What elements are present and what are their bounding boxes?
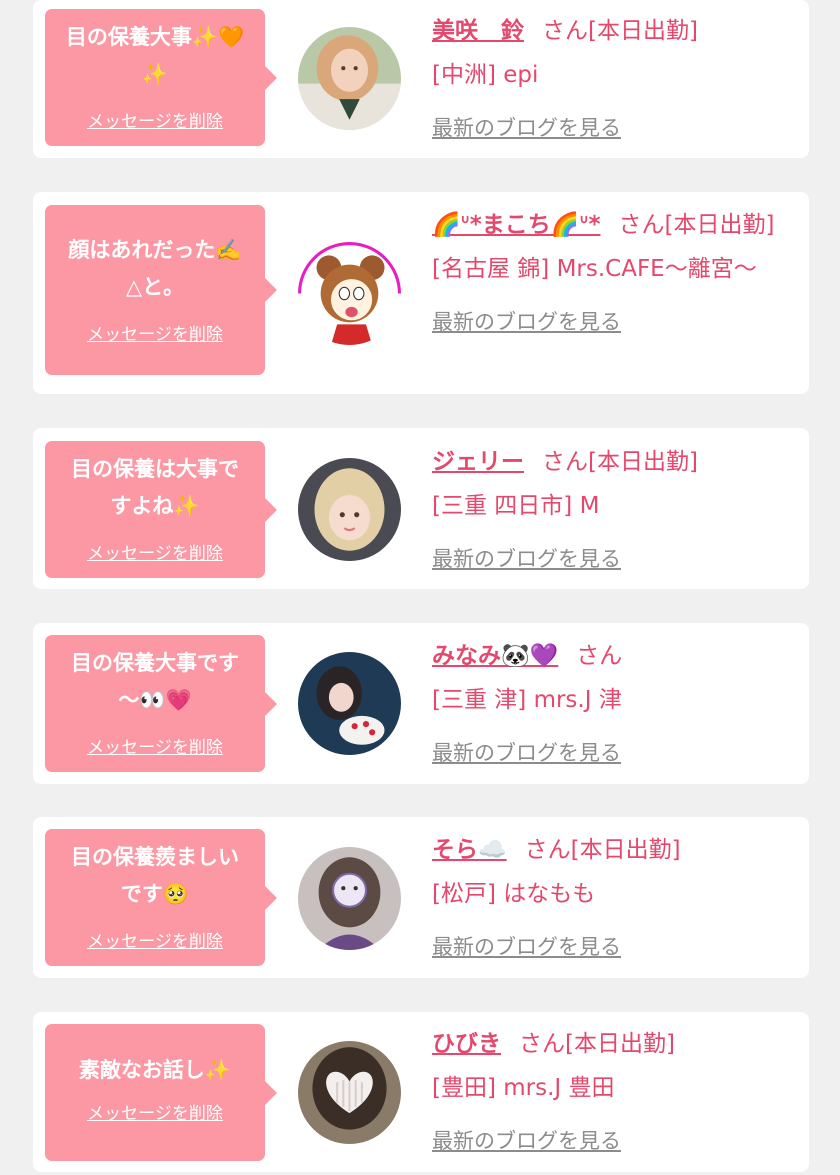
- name-line: 美咲 鈴さん[本日出勤]: [432, 9, 802, 53]
- sender-name-link[interactable]: そら☁️: [432, 837, 507, 863]
- cartoon-bear-girl-icon: [298, 242, 401, 345]
- sender-name-link[interactable]: 美咲 鈴: [432, 18, 524, 44]
- blonde-woman-portrait-icon: [298, 458, 401, 561]
- message-bubble: 目の保養大事✨🧡 ✨ メッセージを削除: [45, 9, 277, 146]
- shop-info: [三重 四日市] M: [432, 493, 600, 519]
- message-card: 目の保養大事です 〜👀💗 メッセージを削除 みなみ🐼💜 さん [三重 津] mrs…: [33, 623, 809, 784]
- sender-status: さん[本日出勤]: [519, 1031, 675, 1057]
- name-line: ジェリー さん[本日出勤]: [432, 440, 802, 484]
- sender-status: さん[本日出勤]: [542, 18, 698, 44]
- shop-info: [中洲] epi: [432, 62, 539, 88]
- shop-info: [名古屋 錦] Mrs.CAFE〜離宮〜: [432, 256, 757, 282]
- message-text: 目の保養大事です 〜👀💗: [71, 651, 239, 712]
- delete-message-link[interactable]: メッセージを削除: [45, 539, 265, 564]
- message-bubble: 目の保養羨ましい です🥺 メッセージを削除: [45, 829, 277, 966]
- avatar[interactable]: [298, 847, 401, 950]
- sender-info: みなみ🐼💜 さん [三重 津] mrs.J 津 最新のブログを見る: [432, 634, 802, 775]
- message-card: 顔はあれだった✍️ △と。 メッセージを削除 🌈ᐡ*まこち🌈ᐡ* さん[本日出勤]…: [33, 192, 809, 394]
- name-line: みなみ🐼💜 さん: [432, 634, 802, 678]
- name-line: 🌈ᐡ*まこち🌈ᐡ* さん[本日出勤]: [432, 203, 802, 247]
- sender-status: さん: [576, 643, 623, 669]
- latest-blog-link[interactable]: 最新のブログを見る: [432, 106, 621, 150]
- avatar[interactable]: [298, 242, 401, 345]
- sender-status: さん[本日出勤]: [524, 837, 681, 863]
- message-card: 素敵なお話し✨ メッセージを削除 ひびき さん[本日出勤] [豊田] mrs.J …: [33, 1012, 809, 1172]
- latest-blog-link[interactable]: 最新のブログを見る: [432, 731, 621, 775]
- message-text: 顔はあれだった✍️ △と。: [68, 238, 242, 299]
- message-text: 目の保養大事✨🧡 ✨: [65, 25, 245, 86]
- message-text: 素敵なお話し✨: [78, 1058, 232, 1082]
- sender-name-link[interactable]: ジェリー: [432, 449, 524, 475]
- message-bubble: 目の保養は大事で すよね✨ メッセージを削除: [45, 441, 277, 578]
- woman-heart-covered-face-icon: [298, 1041, 401, 1144]
- sender-info: 美咲 鈴さん[本日出勤] [中洲] epi 最新のブログを見る: [432, 9, 802, 150]
- message-card: 目の保養大事✨🧡 ✨ メッセージを削除 美咲 鈴さん[本日出勤] [中洲] ep…: [33, 0, 809, 158]
- latest-blog-link[interactable]: 最新のブログを見る: [432, 537, 621, 581]
- name-line: ひびき さん[本日出勤]: [432, 1022, 802, 1066]
- woman-portrait-icon: [298, 27, 401, 130]
- delete-message-link[interactable]: メッセージを削除: [45, 733, 265, 758]
- message-bubble: 目の保養大事です 〜👀💗 メッセージを削除: [45, 635, 277, 772]
- latest-blog-link[interactable]: 最新のブログを見る: [432, 925, 621, 969]
- woman-hidden-face-icon: [298, 847, 401, 950]
- sender-name-link[interactable]: ひびき: [432, 1031, 501, 1057]
- avatar[interactable]: [298, 652, 401, 755]
- sender-info: そら☁️ さん[本日出勤] [松戸] はなもも 最新のブログを見る: [432, 828, 802, 969]
- name-line: そら☁️ さん[本日出勤]: [432, 828, 802, 872]
- delete-message-link[interactable]: メッセージを削除: [45, 1099, 265, 1124]
- sender-name-link[interactable]: みなみ🐼💜: [432, 643, 558, 669]
- sender-status: さん[本日出勤]: [542, 449, 698, 475]
- latest-blog-link[interactable]: 最新のブログを見る: [432, 300, 621, 344]
- sender-info: 🌈ᐡ*まこち🌈ᐡ* さん[本日出勤] [名古屋 錦] Mrs.CAFE〜離宮〜 最…: [432, 203, 802, 344]
- sender-info: ひびき さん[本日出勤] [豊田] mrs.J 豊田 最新のブログを見る: [432, 1022, 802, 1163]
- avatar[interactable]: [298, 1041, 401, 1144]
- delete-message-link[interactable]: メッセージを削除: [45, 320, 265, 345]
- sender-name-link[interactable]: 🌈ᐡ*まこち🌈ᐡ*: [432, 212, 600, 238]
- shop-info: [三重 津] mrs.J 津: [432, 687, 622, 713]
- woman-with-cake-icon: [298, 652, 401, 755]
- message-text: 目の保養は大事で すよね✨: [71, 457, 239, 518]
- sender-status: さん[本日出勤]: [618, 212, 775, 238]
- latest-blog-link[interactable]: 最新のブログを見る: [432, 1119, 621, 1163]
- shop-info: [松戸] はなもも: [432, 881, 596, 907]
- message-bubble: 顔はあれだった✍️ △と。 メッセージを削除: [45, 205, 277, 375]
- sender-info: ジェリー さん[本日出勤] [三重 四日市] M 最新のブログを見る: [432, 440, 802, 581]
- message-text: 目の保養羨ましい です🥺: [71, 845, 239, 906]
- message-bubble: 素敵なお話し✨ メッセージを削除: [45, 1024, 277, 1161]
- avatar[interactable]: [298, 27, 401, 130]
- shop-info: [豊田] mrs.J 豊田: [432, 1075, 615, 1101]
- avatar[interactable]: [298, 458, 401, 561]
- message-card: 目の保養は大事で すよね✨ メッセージを削除 ジェリー さん[本日出勤] [三重 …: [33, 428, 809, 589]
- message-card: 目の保養羨ましい です🥺 メッセージを削除 そら☁️ さん[本日出勤] [松戸] …: [33, 817, 809, 978]
- delete-message-link[interactable]: メッセージを削除: [45, 927, 265, 952]
- delete-message-link[interactable]: メッセージを削除: [45, 107, 265, 132]
